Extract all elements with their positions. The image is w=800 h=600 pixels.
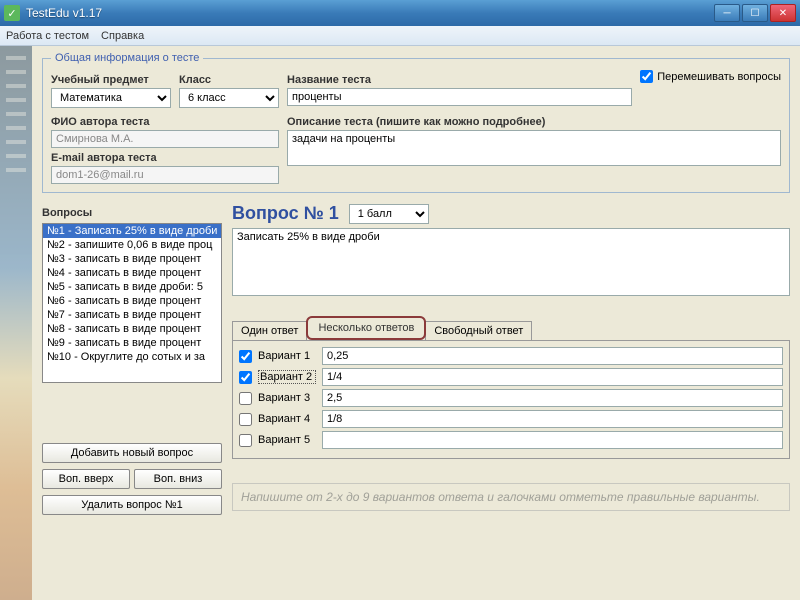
answer-type-tabs: Один ответ Несколько ответов Свободный о… — [232, 316, 790, 340]
answer-input-3[interactable] — [322, 389, 783, 407]
decor-strip — [0, 46, 32, 600]
answer-input-2[interactable] — [322, 368, 783, 386]
answer-check-5[interactable] — [239, 434, 252, 447]
titlebar: ✓ TestEdu v1.17 ─ ☐ ✕ — [0, 0, 800, 26]
textarea-desc[interactable]: задачи на проценты — [287, 130, 781, 166]
label-questions: Вопросы — [42, 207, 222, 219]
move-up-button[interactable]: Воп. вверх — [42, 469, 130, 489]
menu-help[interactable]: Справка — [101, 30, 144, 42]
answer-label-3: Вариант 3 — [258, 392, 316, 404]
answer-label-4: Вариант 4 — [258, 413, 316, 425]
question-title: Вопрос № 1 — [232, 203, 339, 224]
hint-text: Напишите от 2-х до 9 вариантов ответа и … — [232, 483, 790, 511]
delete-question-button[interactable]: Удалить вопрос №1 — [42, 495, 222, 515]
select-points[interactable]: 1 балл — [349, 204, 429, 224]
answers-panel: Вариант 1 Вариант 2 Вариант 3 Вариант 4 — [232, 340, 790, 459]
menu-work[interactable]: Работа с тестом — [6, 30, 89, 42]
label-desc: Описание теста (пишите как можно подробн… — [287, 116, 781, 128]
question-list[interactable]: №1 - Записать 25% в виде дроби №2 - запи… — [42, 223, 222, 383]
textarea-question[interactable]: Записать 25% в виде дроби — [232, 228, 790, 296]
minimize-button[interactable]: ─ — [714, 4, 740, 22]
answer-input-5[interactable] — [322, 431, 783, 449]
input-author[interactable] — [51, 130, 279, 148]
legend-test-info: Общая информация о тесте — [51, 52, 203, 64]
tab-multi-answer[interactable]: Несколько ответов — [306, 316, 426, 340]
label-subject: Учебный предмет — [51, 74, 171, 86]
answer-label-1: Вариант 1 — [258, 350, 316, 362]
close-button[interactable]: ✕ — [770, 4, 796, 22]
answer-label-5: Вариант 5 — [258, 434, 316, 446]
answer-input-4[interactable] — [322, 410, 783, 428]
maximize-button[interactable]: ☐ — [742, 4, 768, 22]
tab-free-answer[interactable]: Свободный ответ — [425, 321, 532, 340]
label-class: Класс — [179, 74, 279, 86]
list-item[interactable]: №5 - записать в виде дроби: 5 — [43, 280, 221, 294]
answer-input-1[interactable] — [322, 347, 783, 365]
list-item[interactable]: №9 - записать в виде процент — [43, 336, 221, 350]
input-email[interactable] — [51, 166, 279, 184]
list-item[interactable]: №2 - запишите 0,06 в виде проц — [43, 238, 221, 252]
label-shuffle: Перемешивать вопросы — [657, 71, 781, 83]
answer-check-4[interactable] — [239, 413, 252, 426]
list-item[interactable]: №1 - Записать 25% в виде дроби — [43, 224, 221, 238]
group-test-info: Общая информация о тесте Учебный предмет… — [42, 52, 790, 193]
label-email: E-mail автора теста — [51, 152, 279, 164]
title-text: TestEdu v1.17 — [26, 6, 714, 20]
answer-check-2[interactable] — [239, 371, 252, 384]
move-down-button[interactable]: Воп. вниз — [134, 469, 222, 489]
shuffle-wrapper[interactable]: Перемешивать вопросы — [640, 70, 781, 83]
select-subject[interactable]: Математика — [51, 88, 171, 108]
list-item[interactable]: №10 - Округлите до сотых и за — [43, 350, 221, 364]
menubar: Работа с тестом Справка — [0, 26, 800, 46]
list-item[interactable]: №4 - записать в виде процент — [43, 266, 221, 280]
list-item[interactable]: №7 - записать в виде процент — [43, 308, 221, 322]
label-testname: Название теста — [287, 74, 632, 86]
list-item[interactable]: №3 - записать в виде процент — [43, 252, 221, 266]
add-question-button[interactable]: Добавить новый вопрос — [42, 443, 222, 463]
answer-label-2: Вариант 2 — [258, 370, 316, 384]
select-class[interactable]: 6 класс — [179, 88, 279, 108]
answer-check-3[interactable] — [239, 392, 252, 405]
list-item[interactable]: №8 - записать в виде процент — [43, 322, 221, 336]
answer-check-1[interactable] — [239, 350, 252, 363]
checkbox-shuffle[interactable] — [640, 70, 653, 83]
input-testname[interactable] — [287, 88, 632, 106]
tab-one-answer[interactable]: Один ответ — [232, 321, 307, 340]
label-author: ФИО автора теста — [51, 116, 279, 128]
app-icon: ✓ — [4, 5, 20, 21]
list-item[interactable]: №6 - записать в виде процент — [43, 294, 221, 308]
